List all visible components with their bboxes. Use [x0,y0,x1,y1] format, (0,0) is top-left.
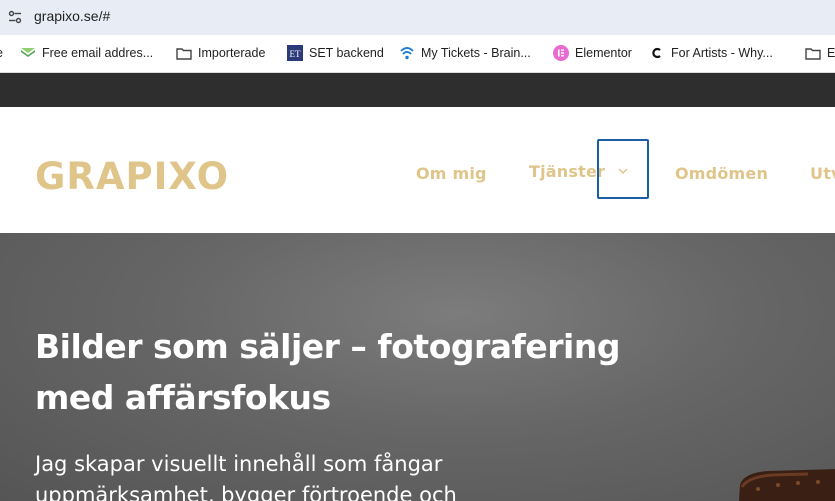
bookmark-for-artists[interactable]: For Artists - Why... [649,35,773,71]
bookmark-my-tickets[interactable]: My Tickets - Brain... [399,35,531,71]
mail-icon [20,45,36,61]
logo-text: GRAPIXO [35,157,229,193]
site-settings-icon[interactable] [7,9,23,25]
grapixo-logo[interactable]: GRAPIXO [35,155,235,198]
bookmark-set-backend[interactable]: ET SET backend [287,35,384,71]
site-top-bar [0,73,835,107]
bookmark-elementor[interactable]: Elementor [553,35,632,71]
et-logo-icon: ET [287,45,303,61]
bookmark-label: Elementor [575,46,632,60]
leather-chair-image [728,455,835,501]
bookmark-folder-e[interactable]: E [805,35,835,71]
hero-section: Bilder som säljer – fotografering med af… [0,233,835,501]
bookmark-label: Free email addres... [42,46,154,60]
hero-subtitle: Jag skapar visuellt innehåll som fångar … [35,449,505,501]
c-logo-icon [649,45,665,61]
elementor-icon [553,45,569,61]
bookmark-label: e [0,46,3,60]
bookmark-label: Importerade [198,46,266,60]
bookmark-partial[interactable]: e [0,35,3,71]
bookmark-free-email[interactable]: Free email addres... [20,35,153,71]
services-dropdown-toggle[interactable] [597,139,649,199]
svg-text:ET: ET [290,49,301,59]
nav-tjanster[interactable]: Tjänster [529,162,605,181]
bookmark-importerade[interactable]: Importerade [176,35,265,71]
hero-subtitle-line2: uppmärksamhet, bygger förtroende och [35,483,457,501]
hero-subtitle-line1: Jag skapar visuellt innehåll som fångar [35,452,443,476]
folder-icon [805,45,821,61]
nav-om-mig[interactable]: Om mig [416,164,487,183]
hero-title: Bilder som säljer – fotografering med af… [35,321,635,423]
folder-icon [176,45,192,61]
bookmark-label: SET backend [309,46,384,60]
bookmark-label: My Tickets - Brain... [421,46,531,60]
nav-utv[interactable]: Utv [810,164,835,183]
wifi-logo-icon [399,45,415,61]
hero-title-line2: med affärsfokus [35,378,331,417]
bookmarks-bar: e Free email addres... Importerade ET SE… [0,35,835,73]
nav-omdomen[interactable]: Omdömen [675,164,768,183]
hero-title-line1: Bilder som säljer – fotografering [35,327,620,366]
browser-address-bar: grapixo.se/# [0,0,835,35]
chevron-down-icon [617,160,629,179]
url-field[interactable]: grapixo.se/# [34,8,110,24]
bookmark-label: For Artists - Why... [671,46,773,60]
bookmark-label: E [827,46,835,60]
